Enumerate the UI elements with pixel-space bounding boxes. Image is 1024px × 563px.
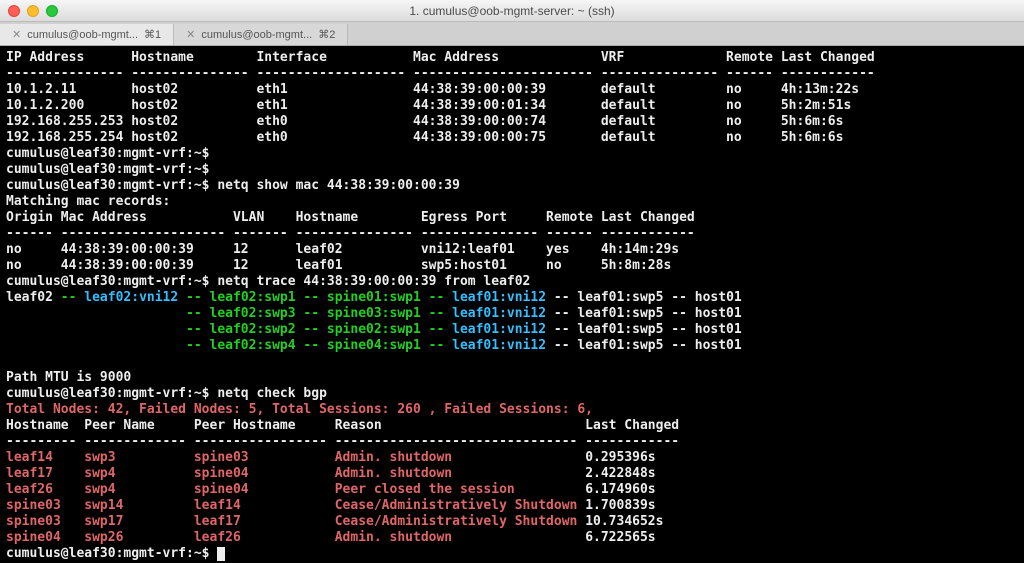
terminal-body[interactable]: IP Address Hostname Interface Mac Addres… <box>0 46 1024 563</box>
tab-shortcut: ⌘2 <box>318 28 335 41</box>
tab-2[interactable]: ✕ cumulus@oob-mgmt... ⌘2 <box>174 24 348 45</box>
tab-label: cumulus@oob-mgmt... <box>201 29 312 41</box>
tab-shortcut: ⌘1 <box>144 28 161 41</box>
close-tab-icon[interactable]: ✕ <box>186 28 195 41</box>
window-title: 1. cumulus@oob-mgmt-server: ~ (ssh) <box>0 4 1024 18</box>
tab-bar: ✕ cumulus@oob-mgmt... ⌘1 ✕ cumulus@oob-m… <box>0 22 1024 46</box>
tab-1[interactable]: ✕ cumulus@oob-mgmt... ⌘1 <box>0 24 174 45</box>
close-tab-icon[interactable]: ✕ <box>12 28 21 41</box>
titlebar: 1. cumulus@oob-mgmt-server: ~ (ssh) <box>0 0 1024 22</box>
terminal-window: 1. cumulus@oob-mgmt-server: ~ (ssh) ✕ cu… <box>0 0 1024 563</box>
tab-label: cumulus@oob-mgmt... <box>27 29 138 41</box>
